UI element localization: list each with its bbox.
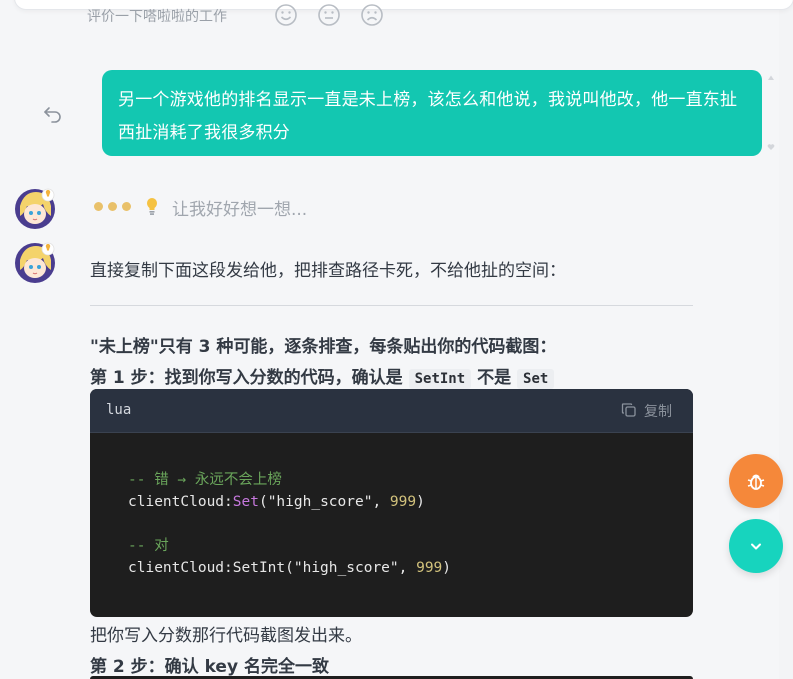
neutral-face-icon[interactable] bbox=[318, 4, 340, 26]
chevron-down-icon bbox=[751, 543, 761, 550]
code-token: 999 bbox=[416, 560, 443, 576]
lightbulb-icon bbox=[147, 198, 157, 215]
after-code-text: 把你写入分数那行代码截图发出来。 bbox=[90, 626, 362, 646]
rating-label: 评价一下嗒啦啦的工作 bbox=[87, 9, 227, 25]
copy-label: 复制 bbox=[644, 404, 672, 420]
code-token: ("high_score", bbox=[285, 560, 417, 576]
triangle-up-icon bbox=[768, 75, 774, 80]
step-2-line: 第 2 步：确认 key 名完全一致 bbox=[90, 657, 329, 677]
step-1-line: 第 1 步：找到你写入分数的代码，确认是 SetInt 不是 Set bbox=[90, 363, 555, 389]
code-token: ) bbox=[416, 494, 425, 510]
copy-icon bbox=[621, 403, 636, 417]
code-token: ("high_score", bbox=[258, 494, 390, 510]
step-1-text: 第 1 步：找到你写入分数的代码，确认是 bbox=[90, 368, 403, 388]
code-comment: -- 错 → 永远不会上榜 bbox=[128, 472, 282, 488]
code-token: 999 bbox=[389, 494, 417, 510]
bug-report-button[interactable] bbox=[729, 454, 783, 508]
code-token: clientCloud:SetInt bbox=[128, 560, 286, 576]
bug-icon bbox=[747, 474, 765, 490]
code-comment: -- 对 bbox=[128, 538, 169, 554]
heart-icon bbox=[767, 144, 775, 150]
undo-icon[interactable] bbox=[42, 103, 64, 125]
code-block: lua 复制 -- 错 → 永远不会上榜 clientCloud:Set("hi… bbox=[90, 389, 693, 617]
user-message-bubble: 另一个游戏他的排名显示一直是未上榜，该怎么和他说，我说叫他改，他一直东扯西扯消耗… bbox=[102, 70, 762, 156]
inline-code-set: Set bbox=[517, 369, 555, 389]
thinking-text: 让我好好想一想... bbox=[172, 200, 308, 220]
code-block-header: lua 复制 bbox=[90, 389, 693, 433]
answer-heading: "未上榜"只有 3 种可能，逐条排查，每条贴出你的代码截图： bbox=[90, 337, 557, 357]
scroll-down-button[interactable] bbox=[729, 519, 783, 573]
user-message-text: 另一个游戏他的排名显示一直是未上榜，该怎么和他说，我说叫他改，他一直东扯西扯消耗… bbox=[118, 90, 738, 143]
happy-face-icon[interactable] bbox=[275, 4, 297, 26]
thinking-dot bbox=[108, 202, 117, 211]
thinking-dot bbox=[122, 202, 131, 211]
inline-code-setint: SetInt bbox=[408, 369, 472, 389]
sad-face-icon[interactable] bbox=[361, 4, 383, 26]
thinking-dot bbox=[94, 202, 103, 211]
answer-intro: 直接复制下面这段发给他，把排查路径卡死，不给他扯的空间： bbox=[90, 261, 566, 281]
code-token: ) bbox=[442, 560, 452, 576]
step-1-middle: 不是 bbox=[477, 368, 512, 388]
code-language-label: lua bbox=[106, 402, 132, 418]
scrollbar-track[interactable] bbox=[779, 0, 793, 679]
code-token: Set bbox=[232, 494, 259, 510]
divider bbox=[90, 305, 693, 306]
code-token: clientCloud: bbox=[128, 494, 233, 510]
copy-button[interactable]: 复制 bbox=[621, 401, 677, 421]
code-content: -- 错 → 永远不会上榜 clientCloud:Set("high_scor… bbox=[128, 469, 451, 579]
assistant-avatar bbox=[15, 242, 55, 283]
assistant-avatar bbox=[15, 188, 55, 229]
